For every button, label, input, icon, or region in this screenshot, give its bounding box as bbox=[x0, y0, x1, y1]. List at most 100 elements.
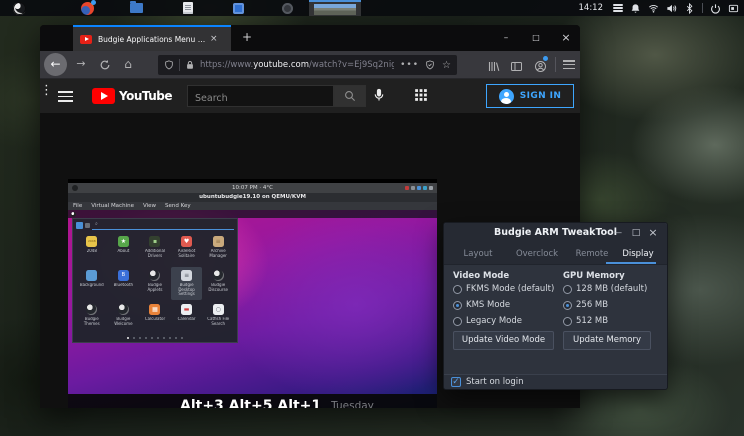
vm-app-item[interactable]: ▪ Additional Drivers bbox=[139, 233, 171, 266]
video-player[interactable]: 10:07 PM · 4°C ubuntubudgie19.10 on QEMU… bbox=[68, 179, 437, 408]
radio-256mb[interactable]: 256 MB bbox=[563, 299, 608, 311]
radio-selected-icon bbox=[453, 300, 462, 310]
update-memory-button[interactable]: Update Memory bbox=[563, 331, 651, 350]
tab-close-icon[interactable]: × bbox=[210, 34, 218, 44]
radio-128mb[interactable]: 128 MB (default) bbox=[563, 283, 647, 295]
pager-dot[interactable] bbox=[169, 337, 171, 339]
window-close-button[interactable] bbox=[559, 31, 573, 45]
pager-dot[interactable] bbox=[145, 337, 147, 339]
radio-fkms-mode[interactable]: FKMS Mode (default) bbox=[453, 283, 554, 295]
start-on-login-checkbox[interactable] bbox=[451, 377, 461, 387]
youtube-options-icon[interactable]: ⋮ bbox=[40, 83, 53, 98]
radio-icon bbox=[563, 316, 572, 326]
home-button[interactable] bbox=[120, 57, 136, 71]
library-icon[interactable] bbox=[487, 58, 500, 77]
tracking-shield-icon[interactable] bbox=[164, 60, 174, 70]
dialog-titlebar[interactable]: Budgie ARM TweakTool bbox=[444, 223, 667, 243]
dialog-maximize-button[interactable] bbox=[629, 226, 643, 240]
host-clock: 10:07 PM · 4°C bbox=[231, 185, 273, 191]
vm-app-item[interactable]: ▬ Calendar bbox=[171, 301, 203, 334]
reload-button[interactable] bbox=[97, 59, 113, 71]
vm-app-item[interactable]: ≡ Budgie Desktop Settings bbox=[170, 267, 203, 300]
vm-app-item[interactable]: Budgie Themes bbox=[76, 301, 108, 334]
window-maximize-button[interactable] bbox=[529, 31, 543, 45]
radio-512mb[interactable]: 512 MB bbox=[563, 315, 608, 327]
clock[interactable]: 14:12 bbox=[579, 3, 604, 13]
file-manager-icon[interactable] bbox=[130, 1, 143, 13]
page-actions-icon[interactable]: ••• bbox=[400, 60, 419, 70]
url-text: https://www.youtube.com/watch?v=Ej9Sq2ni… bbox=[199, 60, 395, 70]
youtube-search-box[interactable] bbox=[187, 85, 334, 109]
vm-app-item[interactable]: Budgie Discourse bbox=[202, 267, 234, 300]
firefox-icon[interactable] bbox=[81, 0, 96, 15]
forward-button[interactable] bbox=[73, 57, 89, 70]
new-tab-button[interactable]: + bbox=[242, 30, 252, 44]
url-bar[interactable]: https://www.youtube.com/watch?v=Ej9Sq2ni… bbox=[158, 55, 457, 75]
update-video-mode-button[interactable]: Update Video Mode bbox=[453, 331, 554, 350]
radio-legacy-mode[interactable]: Legacy Mode bbox=[453, 315, 522, 327]
pager-dot[interactable] bbox=[151, 337, 153, 339]
pager-dot[interactable] bbox=[127, 337, 129, 339]
vm-app-item[interactable]: Budgie Applets bbox=[139, 267, 171, 300]
youtube-logo[interactable]: YouTube bbox=[92, 88, 173, 104]
vm-app-item[interactable]: ≡ Archive Manager bbox=[202, 233, 234, 266]
vm-app-item[interactable]: ♥ AisleRiot Solitaire bbox=[171, 233, 203, 266]
vm-app-item[interactable]: 2048 2048 bbox=[76, 233, 108, 266]
tab-overclock[interactable]: Overclock bbox=[508, 243, 566, 265]
dialog-minimize-button[interactable] bbox=[611, 226, 625, 240]
pager-dot[interactable] bbox=[163, 337, 165, 339]
pager-dot[interactable] bbox=[175, 337, 177, 339]
tray-window-icon[interactable] bbox=[728, 3, 739, 14]
youtube-search-button[interactable] bbox=[334, 85, 366, 107]
text-editor-icon[interactable] bbox=[183, 2, 193, 14]
vm-list-view-icon bbox=[85, 223, 90, 228]
vm-app-item[interactable]: Budgie Welcome bbox=[108, 301, 140, 334]
youtube-logo-text: YouTube bbox=[119, 89, 173, 103]
budgie-menu-icon[interactable] bbox=[13, 1, 26, 15]
settings-icon[interactable] bbox=[282, 2, 293, 14]
dialog-close-button[interactable] bbox=[646, 226, 660, 240]
youtube-search-input[interactable] bbox=[188, 88, 333, 109]
bookmark-star-icon[interactable]: ☆ bbox=[442, 60, 451, 71]
software-center-icon[interactable] bbox=[233, 2, 244, 14]
back-button[interactable] bbox=[44, 53, 67, 76]
pager-dot[interactable] bbox=[157, 337, 159, 339]
panel-menu-icon[interactable] bbox=[613, 4, 623, 12]
vm-app-item[interactable]: ○ Catfish File Search bbox=[202, 301, 234, 334]
voice-search-icon[interactable] bbox=[372, 87, 386, 103]
active-window-preview[interactable] bbox=[309, 0, 361, 16]
browser-menu-icon[interactable] bbox=[563, 60, 575, 69]
tab-layout[interactable]: Layout bbox=[452, 243, 504, 265]
vm-app-item[interactable]: B Bluetooth bbox=[108, 267, 140, 300]
window-minimize-button[interactable] bbox=[499, 31, 513, 45]
lock-icon[interactable] bbox=[185, 60, 195, 70]
radio-icon bbox=[453, 284, 462, 294]
vm-app-item[interactable]: ★ About bbox=[108, 233, 140, 266]
pocket-shield-icon[interactable] bbox=[425, 60, 435, 70]
volume-icon[interactable] bbox=[666, 3, 677, 14]
tab-bar: Budgie Applications Menu Apple × + bbox=[40, 25, 580, 51]
pager-dot[interactable] bbox=[181, 337, 183, 339]
vm-top-panel bbox=[68, 210, 437, 218]
pager-dot[interactable] bbox=[133, 337, 135, 339]
vm-app-item[interactable]: ▦ Calculator bbox=[139, 301, 171, 334]
dialog-tabbar: Layout Overclock Remote Display bbox=[444, 243, 667, 265]
power-icon[interactable] bbox=[710, 3, 721, 14]
video-mode-heading: Video Mode bbox=[453, 271, 510, 281]
vm-app-item[interactable]: Background bbox=[76, 267, 108, 300]
youtube-header: YouTube ⋮ SIGN IN bbox=[40, 79, 580, 113]
tweaktool-dialog: Budgie ARM TweakTool Layout Overclock Re… bbox=[443, 222, 668, 390]
sidebar-icon[interactable] bbox=[510, 58, 523, 77]
youtube-apps-icon[interactable] bbox=[414, 88, 428, 102]
vm-app-icon: ♥ bbox=[181, 236, 193, 247]
notifications-bell-icon[interactable] bbox=[630, 3, 641, 14]
wifi-icon[interactable] bbox=[648, 3, 659, 14]
radio-kms-mode[interactable]: KMS Mode bbox=[453, 299, 510, 311]
pager-dot[interactable] bbox=[139, 337, 141, 339]
vm-app-label: Calculator bbox=[144, 317, 166, 321]
browser-tab[interactable]: Budgie Applications Menu Apple × bbox=[73, 25, 231, 51]
account-icon[interactable] bbox=[534, 56, 548, 77]
bluetooth-icon[interactable] bbox=[684, 2, 695, 14]
sign-in-button[interactable]: SIGN IN bbox=[486, 84, 574, 108]
youtube-menu-icon[interactable] bbox=[58, 91, 73, 102]
